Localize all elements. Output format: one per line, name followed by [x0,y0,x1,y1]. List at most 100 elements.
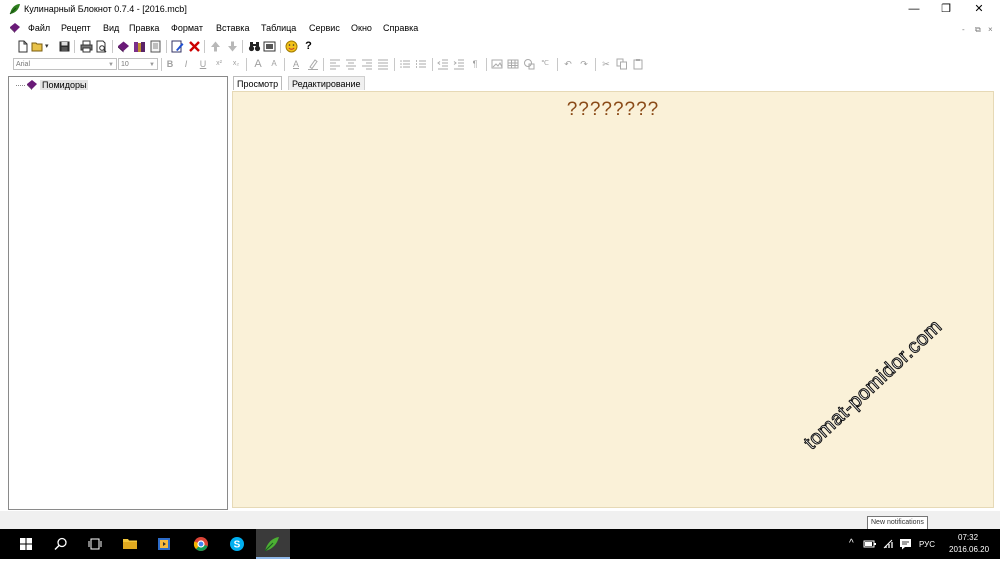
close-button[interactable]: ✕ [963,0,995,18]
new-document-icon[interactable] [16,40,29,53]
print-preview-icon[interactable] [95,40,108,53]
paragraph-icon[interactable]: ¶ [469,58,481,70]
menu-table[interactable]: Таблица [261,23,296,33]
open-folder-icon[interactable] [31,40,44,53]
tree-item[interactable]: Помидоры [16,79,89,91]
insert-symbol-icon[interactable]: ℃ [539,58,551,70]
menu-view[interactable]: Вид [103,23,119,33]
binoculars-icon[interactable] [248,40,261,53]
notifications-icon[interactable] [899,538,912,550]
network-icon[interactable] [882,538,894,550]
undo-icon[interactable]: ↶ [562,58,574,70]
mdi-minimize-button[interactable]: - [962,25,965,34]
toolbar-separator [204,40,205,53]
toolbar-separator [112,40,113,53]
menu-insert[interactable]: Вставка [216,23,249,33]
recipe-book-menu-icon[interactable] [9,22,21,34]
recipe-tree-panel[interactable]: Помидоры [8,76,228,510]
smiley-icon[interactable] [285,40,298,53]
shrink-font-button[interactable]: A [268,58,280,70]
language-indicator[interactable]: РУС [919,540,935,549]
tree-item-label: Помидоры [40,80,89,90]
menu-file[interactable]: Файл [28,23,50,33]
delete-icon[interactable] [188,40,201,53]
menu-edit[interactable]: Правка [129,23,159,33]
help-icon[interactable]: ? [302,40,315,53]
screen-bottom-edge [0,559,1000,567]
menu-recipe[interactable]: Рецепт [61,23,91,33]
numbered-list-icon[interactable] [415,58,427,70]
toolbar-separator [486,58,487,71]
task-view-icon[interactable] [87,536,103,552]
search-icon[interactable] [53,536,69,552]
app-leaf-icon [9,4,20,15]
menu-help[interactable]: Справка [383,23,418,33]
menu-tools[interactable]: Сервис [309,23,340,33]
print-icon[interactable] [80,40,93,53]
clock-time[interactable]: 07:32 [958,533,978,542]
menu-window[interactable]: Окно [351,23,372,33]
page-icon[interactable] [149,40,162,53]
arrow-down-icon[interactable] [226,40,239,53]
insert-table-icon[interactable] [507,58,519,70]
toolbar-separator [557,58,558,71]
grow-font-button[interactable]: A [252,58,264,70]
highlight-icon[interactable] [307,58,319,70]
media-player-icon[interactable] [156,536,172,552]
mdi-close-button[interactable]: × [988,25,993,34]
file-explorer-icon[interactable] [122,536,138,552]
indent-icon[interactable] [453,58,465,70]
mdi-restore-button[interactable]: ⧉ [975,25,981,35]
toolbar-separator [323,58,324,71]
paste-icon[interactable] [632,58,644,70]
notification-tooltip: New notifications [867,516,928,530]
minimize-button[interactable]: — [898,0,930,18]
font-name-value: Arial [16,61,31,68]
bold-button[interactable]: B [164,58,176,70]
toolbar-separator [595,58,596,71]
recipe-preview-area[interactable]: ???????? [232,91,994,508]
copy-icon[interactable] [616,58,628,70]
tray-chevron-up-icon[interactable]: ^ [849,538,854,549]
chrome-icon[interactable] [193,536,209,552]
open-dropdown-arrow-icon[interactable]: ▾ [45,40,58,53]
windows-start-icon[interactable] [18,536,34,552]
cut-icon[interactable]: ✂ [600,58,612,70]
font-size-combo[interactable]: 10 ▼ [118,58,158,70]
status-bar [0,511,1000,529]
toolbar-separator [280,40,281,53]
image-icon[interactable] [263,40,276,53]
subscript-button[interactable]: x₂ [230,58,242,70]
battery-icon[interactable] [863,539,877,549]
italic-button[interactable]: I [180,58,192,70]
tab-preview[interactable]: Просмотр [233,76,283,90]
insert-image-icon[interactable] [491,58,503,70]
justify-icon[interactable] [377,58,389,70]
redo-icon[interactable]: ↷ [578,58,590,70]
cookbook-icon[interactable] [117,40,130,53]
skype-icon[interactable]: S [229,536,245,552]
font-name-combo[interactable]: Arial ▼ [13,58,117,70]
align-center-icon[interactable] [345,58,357,70]
clock-date[interactable]: 2016.06.20 [949,545,989,554]
align-right-icon[interactable] [361,58,373,70]
culinary-notebook-app-icon[interactable] [264,536,280,552]
save-icon[interactable] [58,40,71,53]
underline-button[interactable]: U [197,58,209,70]
books-icon[interactable] [133,40,146,53]
insert-object-icon[interactable] [523,58,535,70]
outdent-icon[interactable] [437,58,449,70]
bullet-list-icon[interactable] [399,58,411,70]
tab-edit[interactable]: Редактирование [288,76,365,90]
toolbar-separator [284,58,285,71]
arrow-up-icon[interactable] [209,40,222,53]
menu-format[interactable]: Формат [171,23,203,33]
recipe-book-icon [27,80,37,90]
superscript-button[interactable]: x² [213,58,225,70]
toolbar-separator [166,40,167,53]
maximize-button[interactable]: ❐ [930,0,962,18]
align-left-icon[interactable] [329,58,341,70]
edit-icon[interactable] [171,40,184,53]
font-color-button[interactable]: A [290,58,302,70]
tree-connector [16,84,25,86]
